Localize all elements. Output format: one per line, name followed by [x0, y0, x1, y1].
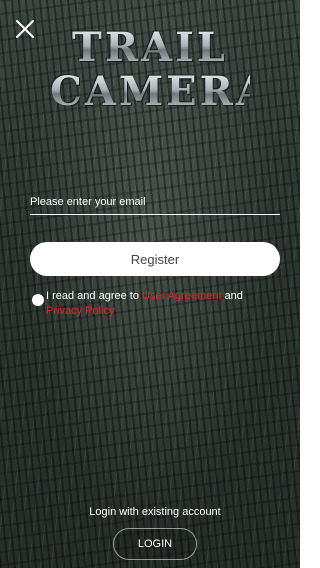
agreement-middle: and — [221, 290, 243, 302]
login-button[interactable]: LOGIN — [113, 528, 197, 560]
agreement-text: I read and agree to User Agreement and P… — [46, 289, 280, 319]
logo-line-camera: CAMERA — [50, 68, 270, 115]
trail-camera-logo: TRAIL CAMERA — [50, 26, 270, 126]
register-button[interactable]: Register — [30, 242, 280, 276]
user-agreement-link[interactable]: User Agreement — [142, 290, 221, 302]
login-prompt: Login with existing account — [89, 506, 221, 518]
register-screen: TRAIL CAMERA Register I read and agree t… — [0, 0, 300, 568]
privacy-policy-link[interactable]: Privacy Policy — [46, 305, 114, 317]
email-field[interactable] — [30, 190, 280, 215]
agreement-radio[interactable] — [32, 294, 44, 306]
logo-line-trail: TRAIL — [50, 26, 250, 70]
close-button[interactable] — [14, 18, 36, 40]
agreement-prefix: I read and agree to — [46, 290, 143, 302]
close-icon — [16, 20, 34, 38]
